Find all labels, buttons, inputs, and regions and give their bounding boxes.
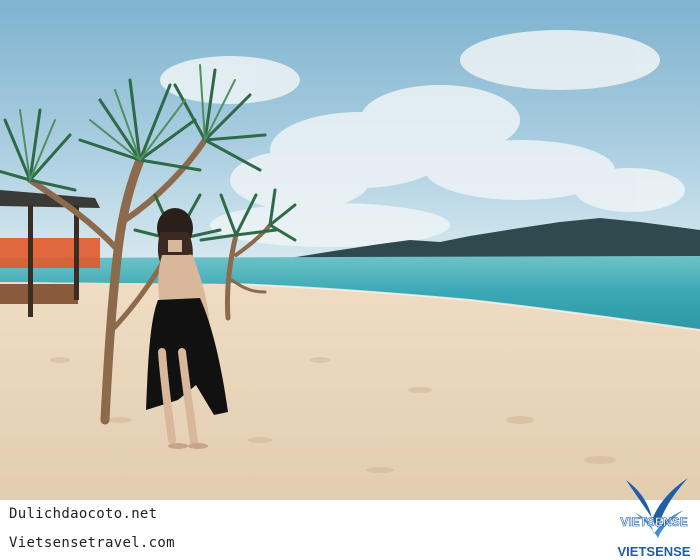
logo-wordmark: VIETSENSE: [618, 544, 691, 558]
caption-site-1: Dulichdaocoto.net: [9, 506, 158, 522]
beach-photo: [0, 0, 700, 500]
vietsense-logo: VIETSENSE VIETSENSE: [618, 478, 691, 558]
caption-footer: Dulichdaocoto.net Vietsensetravel.com: [0, 500, 700, 560]
caption-site-2: Vietsensetravel.com: [9, 535, 175, 551]
logo-wordmark-top: VIETSENSE: [620, 515, 687, 529]
page: Dulichdaocoto.net Vietsensetravel.com VI…: [0, 0, 700, 560]
bird-logo-icon: [626, 478, 688, 538]
